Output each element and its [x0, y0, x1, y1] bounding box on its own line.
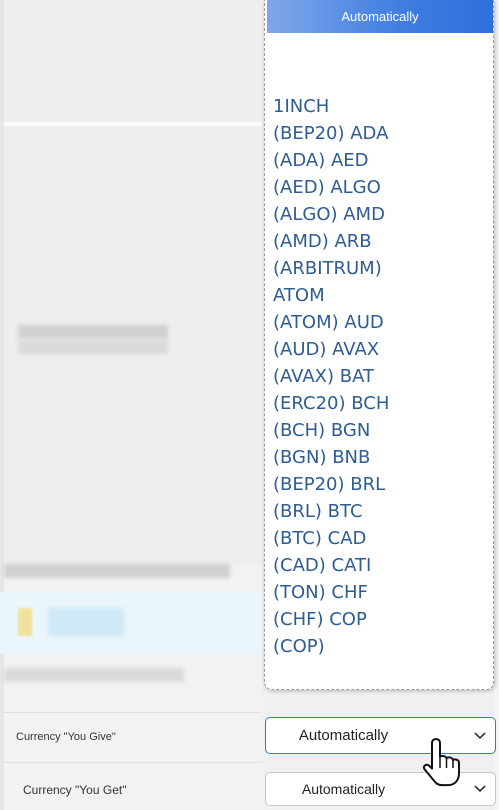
dropdown-option[interactable]: (BEP20) ADA: [273, 120, 389, 147]
dropdown-option[interactable]: 1INCH: [273, 93, 389, 120]
dropdown-option[interactable]: (TON) CHF: [273, 579, 389, 606]
chevron-down-icon: [474, 785, 486, 793]
highlighted-row: [0, 592, 262, 654]
blurred-text: [4, 668, 184, 682]
divider: [4, 712, 262, 713]
dropdown-option[interactable]: (ADA) AED: [273, 147, 389, 174]
dropdown-option[interactable]: (BEP20) BRL: [273, 471, 389, 498]
dropdown-option[interactable]: (BTC) CAD: [273, 525, 389, 552]
dropdown-option[interactable]: (BRL) BTC: [273, 498, 389, 525]
dropdown-option[interactable]: (AED) ALGO: [273, 174, 389, 201]
dropdown-option[interactable]: (BGN) BNB: [273, 444, 389, 471]
dropdown-option[interactable]: (ALGO) AMD: [273, 201, 389, 228]
blurred-text: [18, 325, 168, 339]
give-currency-value: Automatically: [298, 727, 389, 744]
hand-pointer-icon: [422, 738, 460, 787]
dropdown-options: 1INCH (BEP20) ADA (ADA) AED (AED) ALGO (ALGO…: [273, 93, 389, 660]
dropdown-option[interactable]: (ARBITRUM): [273, 255, 389, 282]
dropdown-option[interactable]: (AUD) AVAX: [273, 336, 389, 363]
blurred-link: [48, 608, 124, 636]
blurred-text: [18, 340, 168, 354]
dropdown-option[interactable]: (ATOM) AUD: [273, 309, 389, 336]
blurred-badge: [18, 608, 32, 636]
dropdown-option[interactable]: (CAD) CATI: [273, 552, 389, 579]
chevron-down-icon: [474, 732, 486, 740]
right-edge: [494, 0, 499, 810]
currency-dropdown-list[interactable]: Automatically 1INCH (BEP20) ADA (ADA) AED(…: [264, 0, 494, 690]
get-currency-label: Currency "You Get": [23, 783, 127, 797]
divider: [4, 762, 262, 763]
dropdown-option[interactable]: (COP): [273, 633, 389, 660]
dropdown-option[interactable]: (AMD) ARB: [273, 228, 389, 255]
dropdown-selected-option[interactable]: Automatically: [267, 0, 493, 33]
dropdown-option[interactable]: ATOM: [273, 282, 389, 309]
dropdown-option[interactable]: (ERC20) BCH: [273, 390, 389, 417]
dropdown-option[interactable]: (CHF) COP: [273, 606, 389, 633]
blurred-text: [4, 564, 230, 578]
dropdown-option[interactable]: (AVAX) BAT: [273, 363, 389, 390]
dropdown-option[interactable]: (BCH) BGN: [273, 417, 389, 444]
give-currency-label: Currency "You Give": [16, 731, 116, 743]
blurred-panel-top: [4, 0, 262, 122]
get-currency-value: Automatically: [301, 781, 386, 797]
